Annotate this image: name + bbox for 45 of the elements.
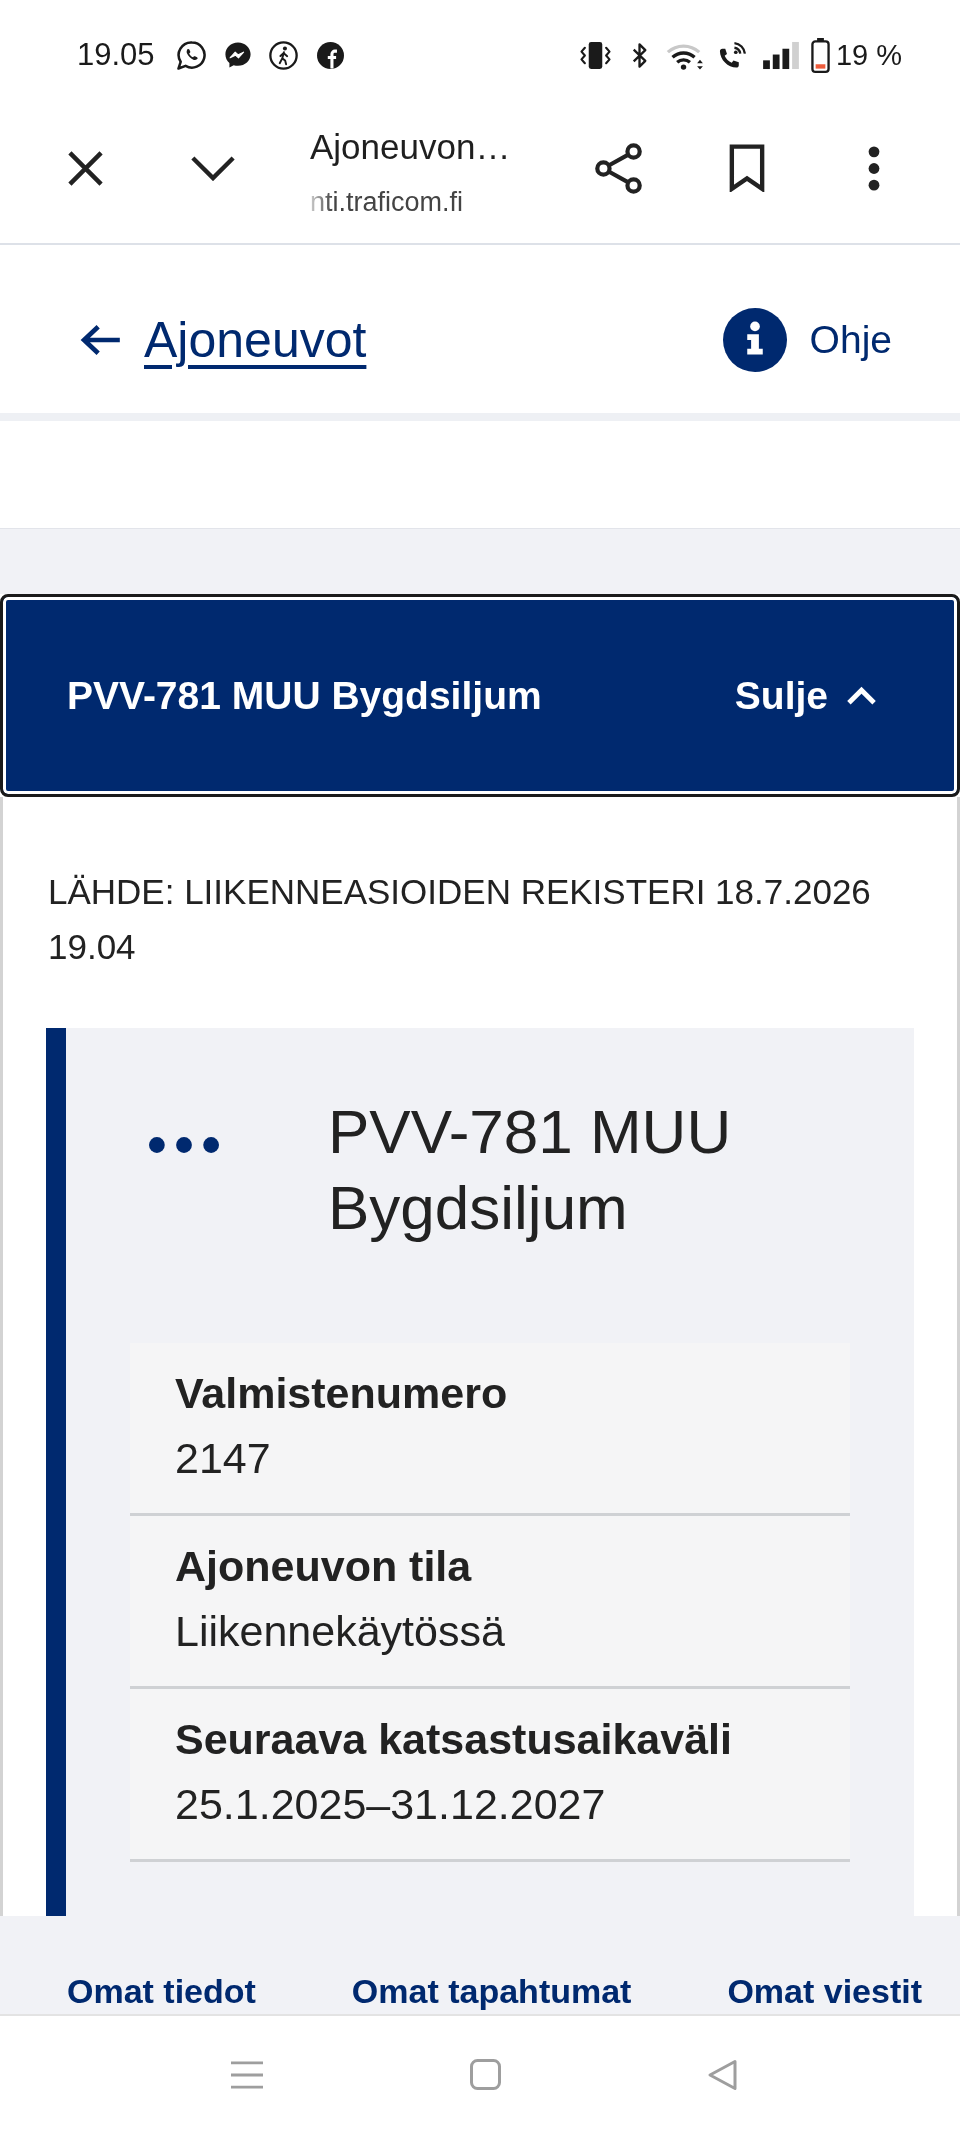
walking-person-icon bbox=[268, 40, 298, 70]
field-value: 25.1.2025–31.12.2027 bbox=[175, 1779, 607, 1830]
close-button[interactable] bbox=[67, 149, 104, 187]
field-value: 2147 bbox=[175, 1433, 272, 1484]
more-icon bbox=[868, 145, 880, 191]
more-button[interactable] bbox=[868, 145, 880, 191]
bookmark-icon bbox=[729, 144, 765, 192]
source-text: LÄHDE: LIIKENNEASIOIDEN REKISTERI 18.7.2026 19.04 bbox=[47, 871, 872, 968]
help-button[interactable]: Ohje bbox=[722, 308, 892, 372]
minimize-button[interactable] bbox=[190, 155, 236, 181]
signal-icon bbox=[761, 40, 800, 70]
vehicle-title: PVV-781 MUU Bygdsiljum bbox=[328, 1096, 733, 1244]
chevron-down-icon bbox=[190, 155, 236, 181]
battery-icon bbox=[810, 37, 830, 73]
arrow-left-icon bbox=[80, 324, 122, 356]
field-value: Liikennekäytössä bbox=[175, 1606, 506, 1657]
field-label: Seuraava katsastusaikaväli bbox=[175, 1714, 733, 1765]
back-triangle-icon[interactable] bbox=[707, 2058, 737, 2091]
bluetooth-icon bbox=[630, 40, 649, 70]
field-label: Valmistenumero bbox=[175, 1368, 509, 1419]
status-time: 19.05 bbox=[77, 36, 155, 74]
phone-bubble-icon bbox=[176, 40, 206, 70]
share-icon bbox=[594, 142, 643, 194]
f-logo-icon bbox=[316, 41, 344, 69]
page-tab-title: Ajoneuvon… bbox=[310, 126, 511, 168]
home-square-icon[interactable] bbox=[470, 2059, 501, 2090]
field-label: Ajoneuvon tila bbox=[175, 1541, 473, 1592]
url-text: nti.traficom.fi bbox=[310, 186, 464, 219]
vibrate-icon bbox=[578, 40, 612, 70]
toggle-label: Sulje bbox=[734, 672, 828, 719]
nav-link[interactable]: Omat tapahtumat bbox=[351, 1969, 632, 2013]
more-dots-icon bbox=[149, 1137, 219, 1153]
battery-percent: 19 % bbox=[835, 38, 902, 73]
bookmark-button[interactable] bbox=[729, 144, 765, 192]
back-link[interactable]: Ajoneuvot bbox=[80, 310, 367, 370]
phone-wifi-icon bbox=[717, 40, 747, 70]
share-button[interactable] bbox=[594, 142, 643, 194]
info-icon bbox=[722, 308, 787, 372]
close-icon bbox=[67, 149, 104, 187]
accordion-header[interactable]: PVV-781 MUU Bygdsiljum Sulje bbox=[0, 594, 960, 797]
nav-link[interactable]: Omat tiedot bbox=[67, 1969, 256, 2013]
menu-icon[interactable] bbox=[231, 2059, 263, 2090]
accordion-title: PVV-781 MUU Bygdsiljum bbox=[67, 672, 542, 719]
chat-bubble-icon bbox=[223, 41, 252, 69]
nav-link[interactable]: Omat viestit bbox=[727, 1969, 922, 2013]
